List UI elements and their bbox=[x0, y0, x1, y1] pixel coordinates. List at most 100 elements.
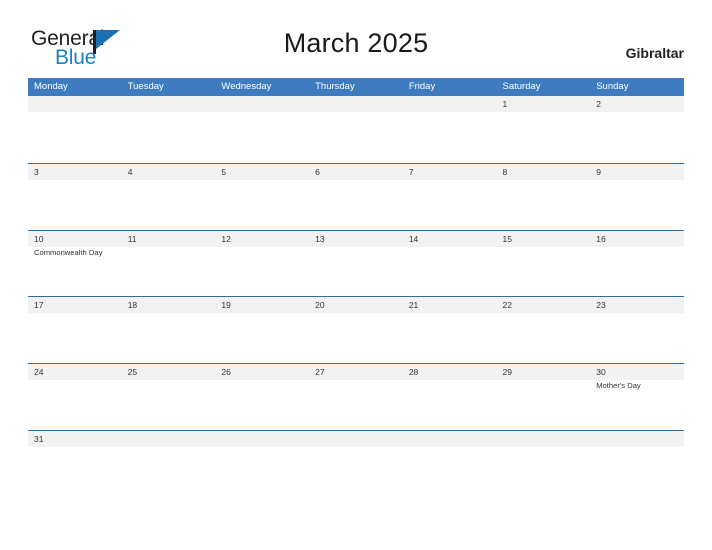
day-number[interactable]: 9 bbox=[590, 164, 684, 180]
day-event bbox=[122, 180, 216, 229]
weekday-header-monday: Monday bbox=[34, 81, 68, 92]
week-event-strip bbox=[28, 179, 684, 229]
day-number[interactable] bbox=[215, 431, 309, 447]
day-number[interactable] bbox=[309, 431, 403, 447]
day-number[interactable] bbox=[122, 431, 216, 447]
day-event bbox=[122, 112, 216, 161]
day-number[interactable]: 4 bbox=[122, 164, 216, 180]
day-event bbox=[590, 247, 684, 296]
day-number[interactable]: 10 bbox=[28, 231, 122, 247]
week-row: 3 4 5 6 7 8 9 bbox=[28, 162, 684, 230]
day-event bbox=[590, 180, 684, 229]
day-number[interactable]: 16 bbox=[590, 231, 684, 247]
week-date-strip: 3 4 5 6 7 8 9 bbox=[28, 163, 684, 180]
day-event bbox=[309, 180, 403, 229]
week-row: 1 2 bbox=[28, 96, 684, 163]
day-number[interactable]: 17 bbox=[28, 297, 122, 313]
page-header: General Blue March 2025 Gibraltar bbox=[0, 0, 712, 72]
day-number[interactable]: 2 bbox=[590, 96, 684, 112]
weekday-header-wednesday: Wednesday bbox=[221, 81, 272, 92]
day-number[interactable]: 19 bbox=[215, 297, 309, 313]
weekday-header-sunday: Sunday bbox=[596, 81, 629, 92]
day-number[interactable] bbox=[215, 96, 309, 112]
day-event bbox=[497, 112, 591, 161]
day-number[interactable]: 13 bbox=[309, 231, 403, 247]
country-label: Gibraltar bbox=[625, 45, 684, 61]
day-number[interactable]: 30 bbox=[590, 364, 684, 380]
day-number[interactable]: 11 bbox=[122, 231, 216, 247]
day-event: Commonwealth Day bbox=[34, 247, 103, 257]
week-event-strip: Mother's Day bbox=[28, 380, 684, 430]
day-number[interactable]: 8 bbox=[497, 164, 591, 180]
day-number[interactable]: 5 bbox=[215, 164, 309, 180]
day-event bbox=[309, 247, 403, 296]
day-event bbox=[28, 313, 122, 362]
day-number[interactable]: 18 bbox=[122, 297, 216, 313]
day-event bbox=[215, 380, 309, 429]
day-number[interactable]: 28 bbox=[403, 364, 497, 380]
week-row: 31 bbox=[28, 429, 684, 497]
day-event bbox=[122, 447, 216, 496]
day-event bbox=[590, 112, 684, 161]
week-date-strip: 1 2 bbox=[28, 96, 684, 112]
day-event bbox=[403, 380, 497, 429]
day-number[interactable]: 6 bbox=[309, 164, 403, 180]
day-event bbox=[122, 380, 216, 429]
day-number[interactable]: 21 bbox=[403, 297, 497, 313]
day-number[interactable]: 23 bbox=[590, 297, 684, 313]
week-date-strip: 10 11 12 13 14 15 16 bbox=[28, 230, 684, 247]
day-event bbox=[215, 247, 309, 296]
day-number[interactable]: 25 bbox=[122, 364, 216, 380]
day-event bbox=[403, 313, 497, 362]
day-number[interactable]: 12 bbox=[215, 231, 309, 247]
week-row: 17 18 19 20 21 22 23 bbox=[28, 296, 684, 363]
day-number[interactable] bbox=[590, 431, 684, 447]
page-title: March 2025 bbox=[283, 28, 429, 58]
week-event-strip bbox=[28, 112, 684, 161]
day-number[interactable] bbox=[403, 431, 497, 447]
day-event bbox=[309, 313, 403, 362]
day-event bbox=[215, 112, 309, 161]
day-event bbox=[122, 247, 216, 296]
day-event bbox=[590, 313, 684, 362]
day-number[interactable] bbox=[497, 431, 591, 447]
day-event bbox=[215, 447, 309, 496]
day-event bbox=[28, 380, 122, 429]
calendar-grid: Monday Tuesday Wednesday Thursday Friday… bbox=[28, 78, 684, 497]
day-event bbox=[215, 180, 309, 229]
day-event bbox=[403, 180, 497, 229]
day-event bbox=[28, 447, 122, 496]
day-event: Mother's Day bbox=[596, 381, 641, 391]
day-number[interactable]: 1 bbox=[497, 96, 591, 112]
day-number[interactable]: 20 bbox=[309, 297, 403, 313]
day-event bbox=[28, 180, 122, 229]
day-event bbox=[403, 112, 497, 161]
day-number[interactable]: 29 bbox=[497, 364, 591, 380]
week-event-strip bbox=[28, 313, 684, 363]
day-number[interactable]: 26 bbox=[215, 364, 309, 380]
day-event bbox=[403, 247, 497, 296]
week-date-strip: 31 bbox=[28, 430, 684, 447]
day-number[interactable] bbox=[403, 96, 497, 112]
day-number[interactable]: 14 bbox=[403, 231, 497, 247]
weekday-header-row: Monday Tuesday Wednesday Thursday Friday… bbox=[28, 78, 684, 96]
week-date-strip: 24 25 26 27 28 29 30 bbox=[28, 364, 684, 381]
day-number[interactable]: 22 bbox=[497, 297, 591, 313]
weekday-header-thursday: Thursday bbox=[315, 81, 355, 92]
day-number[interactable]: 15 bbox=[497, 231, 591, 247]
day-number[interactable] bbox=[122, 96, 216, 112]
week-row: 10 11 12 13 14 15 16 Commonwealth Day bbox=[28, 229, 684, 297]
day-number[interactable]: 24 bbox=[28, 364, 122, 380]
day-number[interactable]: 7 bbox=[403, 164, 497, 180]
day-number[interactable] bbox=[309, 96, 403, 112]
weekday-header-friday: Friday bbox=[408, 81, 436, 92]
day-event bbox=[497, 313, 591, 362]
day-number[interactable]: 31 bbox=[28, 431, 122, 447]
day-number[interactable]: 3 bbox=[28, 164, 122, 180]
day-event bbox=[497, 380, 591, 429]
day-event bbox=[590, 447, 684, 496]
day-event bbox=[497, 447, 591, 496]
day-number[interactable]: 27 bbox=[309, 364, 403, 380]
day-number[interactable] bbox=[28, 96, 122, 112]
day-event bbox=[215, 313, 309, 362]
